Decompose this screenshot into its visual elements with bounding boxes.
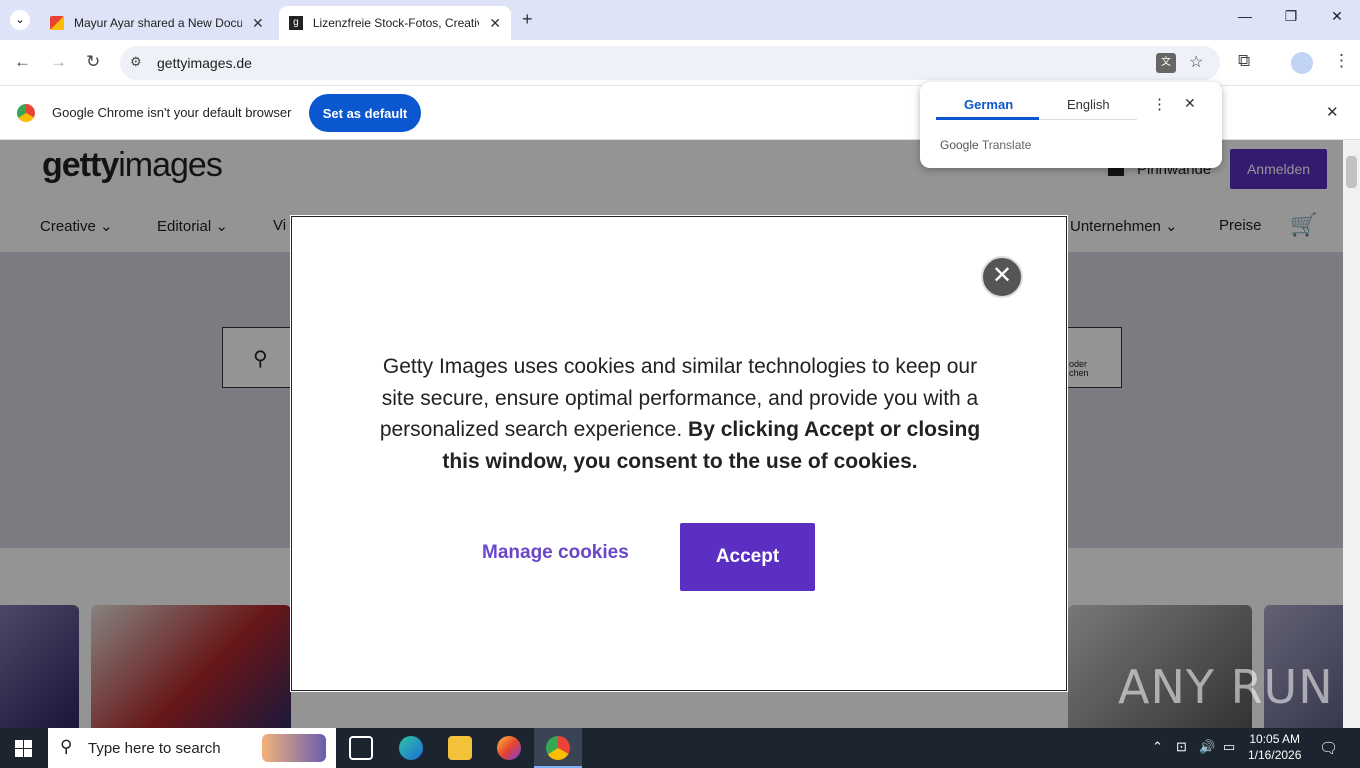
taskbar-search-box[interactable]: ⚲ Type here to search <box>48 728 336 768</box>
close-tab-icon[interactable]: ✕ <box>489 15 501 32</box>
windows-start-icon[interactable] <box>15 740 32 757</box>
task-view-icon[interactable] <box>349 736 373 760</box>
forward-icon[interactable]: → <box>50 52 67 72</box>
minimize-icon[interactable]: — <box>1222 8 1268 24</box>
taskbar-search-placeholder: Type here to search <box>88 740 221 757</box>
tab-strip: ⌄ Mayur Ayar shared a New Document ✕ g L… <box>0 0 1360 40</box>
bookmark-star-icon[interactable]: ☆ <box>1189 52 1203 72</box>
tab-mayur-document[interactable]: Mayur Ayar shared a New Document ✕ <box>40 6 276 40</box>
firefox-icon[interactable] <box>497 736 521 760</box>
scrollbar-thumb[interactable] <box>1346 156 1357 188</box>
cookie-message: Getty Images uses cookies and similar te… <box>379 355 981 473</box>
display-icon[interactable]: ▭ <box>1223 739 1235 755</box>
file-explorer-icon[interactable] <box>448 736 472 760</box>
search-highlights-icon <box>262 734 326 762</box>
lang-tab-english[interactable]: English <box>1067 97 1110 112</box>
translate-options-icon[interactable]: ⋮ <box>1152 95 1167 113</box>
chrome-logo-icon <box>17 104 35 122</box>
taskbar-clock[interactable]: 10:05 AM 1/16/2026 <box>1248 731 1301 763</box>
close-infobar-icon[interactable]: ✕ <box>1326 103 1339 121</box>
browser-toolbar: ← → ↻ ⚙ gettyimages.de 文 ☆ ⧉ ⋮ <box>0 40 1360 86</box>
maximize-icon[interactable]: ❐ <box>1268 8 1314 25</box>
translate-popup: German English ⋮ ✕ Google Translate <box>920 82 1222 168</box>
tab-search-icon[interactable]: ⌄ <box>10 10 30 30</box>
anyrun-watermark: ANY RUN <box>1118 660 1334 714</box>
doc-favicon-icon <box>50 16 64 30</box>
accept-cookies-button[interactable]: Accept <box>680 523 815 591</box>
extensions-icon[interactable]: ⧉ <box>1238 51 1250 71</box>
tab-divider <box>1039 119 1137 120</box>
tab-title: Lizenzfreie Stock-Fotos, Creative <box>312 16 480 30</box>
page-scrollbar[interactable] <box>1343 140 1360 728</box>
volume-icon[interactable]: 🔊 <box>1199 739 1215 755</box>
tray-chevron-icon[interactable]: ⌃ <box>1152 739 1163 755</box>
menu-kebab-icon[interactable]: ⋮ <box>1333 51 1350 71</box>
site-info-icon[interactable]: ⚙ <box>130 54 142 70</box>
edge-icon[interactable] <box>399 736 423 760</box>
lang-tab-german[interactable]: German <box>964 97 1013 112</box>
tab-gettyimages[interactable]: g Lizenzfreie Stock-Fotos, Creative ✕ <box>279 6 511 40</box>
back-icon[interactable]: ← <box>14 52 31 72</box>
search-icon: ⚲ <box>60 737 73 756</box>
address-bar[interactable]: ⚙ gettyimages.de 文 ☆ <box>120 46 1220 80</box>
manage-cookies-button[interactable]: Manage cookies <box>482 542 629 564</box>
set-as-default-button[interactable]: Set as default <box>309 94 421 132</box>
google-translate-brand: Google Translate <box>940 138 1032 152</box>
translate-icon[interactable]: 文 <box>1156 53 1176 73</box>
active-tab-indicator <box>936 117 1039 120</box>
reload-icon[interactable]: ↻ <box>86 52 100 72</box>
chrome-icon[interactable] <box>546 736 570 760</box>
close-translate-icon[interactable]: ✕ <box>1184 95 1196 112</box>
notifications-icon[interactable]: 🗨 <box>1319 739 1338 757</box>
cookie-consent-dialog: ✕ Getty Images uses cookies and similar … <box>291 216 1067 691</box>
close-tab-icon[interactable]: ✕ <box>252 15 264 32</box>
close-window-icon[interactable]: ✕ <box>1314 8 1360 25</box>
profile-avatar-icon[interactable] <box>1291 52 1313 74</box>
getty-favicon-icon: g <box>289 16 303 30</box>
tab-title: Mayur Ayar shared a New Document <box>74 16 242 30</box>
new-tab-icon[interactable]: + <box>522 9 533 30</box>
close-dialog-icon[interactable]: ✕ <box>981 256 1023 298</box>
infobar-message: Google Chrome isn't your default browser <box>52 105 292 120</box>
url-text: gettyimages.de <box>157 55 252 71</box>
windows-taskbar: ⚲ Type here to search ⌃ ⊡ 🔊 ▭ 10:05 AM 1… <box>0 728 1360 768</box>
network-icon[interactable]: ⊡ <box>1176 739 1187 755</box>
